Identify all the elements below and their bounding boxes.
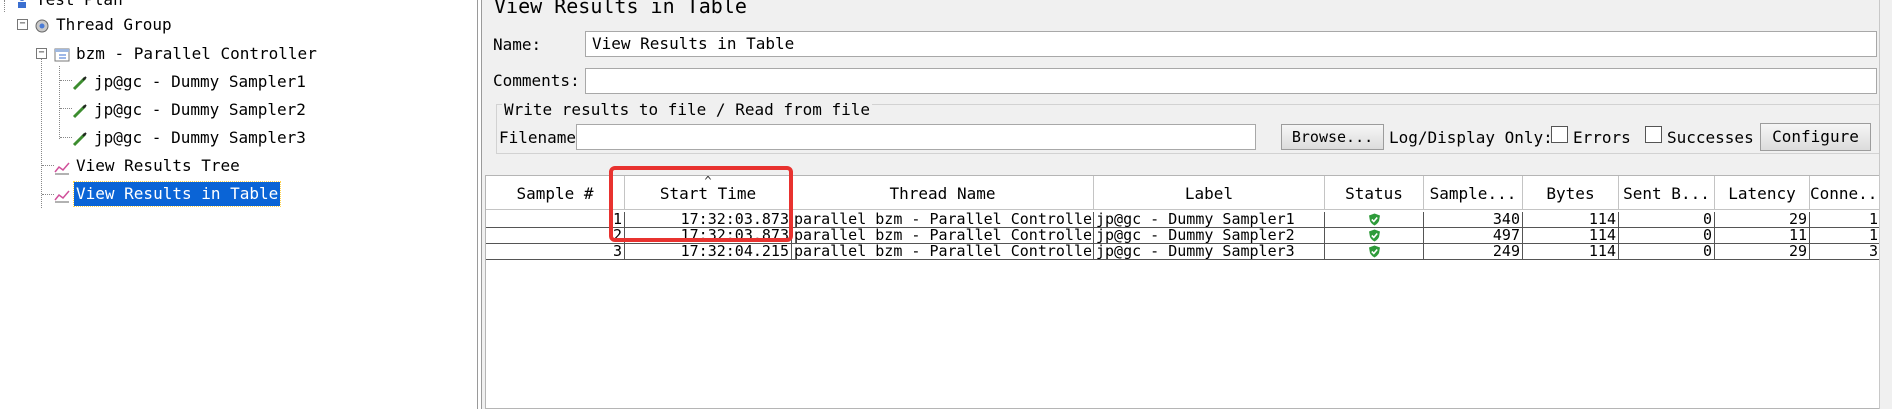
success-shield-icon xyxy=(1368,229,1380,242)
tree-item-label: bzm - Parallel Controller xyxy=(76,44,317,63)
column-header-status[interactable]: Status xyxy=(1325,176,1424,210)
tree-item-label: jp@gc - Dummy Sampler2 xyxy=(94,100,306,119)
cell-thread-name: parallel bzm - Parallel Controller xyxy=(792,212,1094,228)
cell-bytes: 114 xyxy=(1523,228,1619,244)
cell-bytes: 114 xyxy=(1523,244,1619,260)
gear-icon xyxy=(34,17,50,33)
cell-thread-name: parallel bzm - Parallel Controller xyxy=(792,228,1094,244)
configure-button[interactable]: Configure xyxy=(1760,123,1871,151)
panel-title: View Results in Table xyxy=(494,0,747,18)
column-header-thread-name[interactable]: Thread Name xyxy=(792,176,1094,210)
results-table-panel: View Results in Table Name: View Results… xyxy=(481,0,1892,409)
tree-item-label: Test Plan xyxy=(34,0,125,12)
success-shield-icon xyxy=(1368,213,1380,226)
cell-bytes: 114 xyxy=(1523,212,1619,228)
cell-sample: 3 xyxy=(486,244,625,260)
cell-thread-name: parallel bzm - Parallel Controller xyxy=(792,244,1094,260)
tree-item-label: jp@gc - Dummy Sampler3 xyxy=(94,128,306,147)
cell-label: jp@gc - Dummy Sampler3 xyxy=(1094,244,1325,260)
cell-latency: 29 xyxy=(1715,212,1810,228)
name-field[interactable]: View Results in Table xyxy=(585,31,1877,57)
controller-icon xyxy=(54,46,70,62)
filename-label: Filename xyxy=(499,128,577,147)
log-display-label: Log/Display Only: xyxy=(1389,128,1553,147)
cell-label: jp@gc - Dummy Sampler2 xyxy=(1094,228,1325,244)
errors-label: Errors xyxy=(1573,128,1631,147)
collapse-toggle[interactable]: − xyxy=(17,19,28,30)
filename-input[interactable] xyxy=(576,124,1256,150)
tree-item-label: Thread Group xyxy=(56,15,172,34)
column-header-sample-time[interactable]: Sample... xyxy=(1424,176,1523,210)
collapse-toggle[interactable]: − xyxy=(36,48,47,59)
cell-sent-bytes: 0 xyxy=(1619,212,1715,228)
cell-latency: 11 xyxy=(1715,228,1810,244)
cell-sample-time: 497 xyxy=(1424,228,1523,244)
cell-connect: 1 xyxy=(1810,228,1879,244)
cell-status xyxy=(1325,244,1424,260)
browse-button[interactable]: Browse... xyxy=(1281,124,1384,150)
column-header-sample[interactable]: Sample # xyxy=(486,176,625,210)
cell-connect: 3 xyxy=(1810,244,1879,260)
table-row[interactable]: 3 17:32:04.215 parallel bzm - Parallel C… xyxy=(486,244,1879,260)
test-plan-icon xyxy=(14,0,30,8)
cell-connect: 1 xyxy=(1810,212,1879,228)
chart-icon xyxy=(54,186,70,203)
start-time-highlight-annotation xyxy=(609,166,793,242)
cell-sent-bytes: 0 xyxy=(1619,228,1715,244)
cell-sample: 2 xyxy=(486,228,625,244)
errors-checkbox[interactable] xyxy=(1551,126,1568,143)
successes-label: Successes xyxy=(1667,128,1754,147)
cell-start-time: 17:32:04.215 xyxy=(625,244,792,260)
cell-sample: 1 xyxy=(486,212,625,228)
column-header-sent-bytes[interactable]: Sent B... xyxy=(1619,176,1715,210)
column-header-bytes[interactable]: Bytes xyxy=(1523,176,1619,210)
tree-item-label: View Results Tree xyxy=(76,156,240,175)
comments-field[interactable] xyxy=(585,68,1877,94)
cell-sample-time: 340 xyxy=(1424,212,1523,228)
pipette-icon xyxy=(72,130,88,147)
test-plan-tree[interactable]: Test Plan − Thread Group − bzm - Paralle… xyxy=(0,0,478,409)
chart-icon xyxy=(54,158,70,175)
pipette-icon xyxy=(72,102,88,119)
name-label: Name: xyxy=(493,35,542,54)
cell-latency: 29 xyxy=(1715,244,1810,260)
vertical-scrollbar[interactable] xyxy=(1879,0,1892,409)
successes-checkbox[interactable] xyxy=(1645,126,1662,143)
column-header-connect[interactable]: Conne... xyxy=(1810,176,1879,210)
cell-status xyxy=(1325,228,1424,244)
group-title: Write results to file / Read from file xyxy=(502,100,873,120)
column-header-label[interactable]: Label xyxy=(1094,176,1325,210)
column-header-latency[interactable]: Latency xyxy=(1715,176,1810,210)
cell-status xyxy=(1325,212,1424,228)
cell-sample-time: 249 xyxy=(1424,244,1523,260)
tree-item-label: View Results in Table xyxy=(72,181,282,207)
success-shield-icon xyxy=(1368,245,1380,258)
pipette-icon xyxy=(72,74,88,91)
comments-label: Comments: xyxy=(493,71,580,90)
tree-item-label: jp@gc - Dummy Sampler1 xyxy=(94,72,306,91)
cell-sent-bytes: 0 xyxy=(1619,244,1715,260)
cell-label: jp@gc - Dummy Sampler1 xyxy=(1094,212,1325,228)
